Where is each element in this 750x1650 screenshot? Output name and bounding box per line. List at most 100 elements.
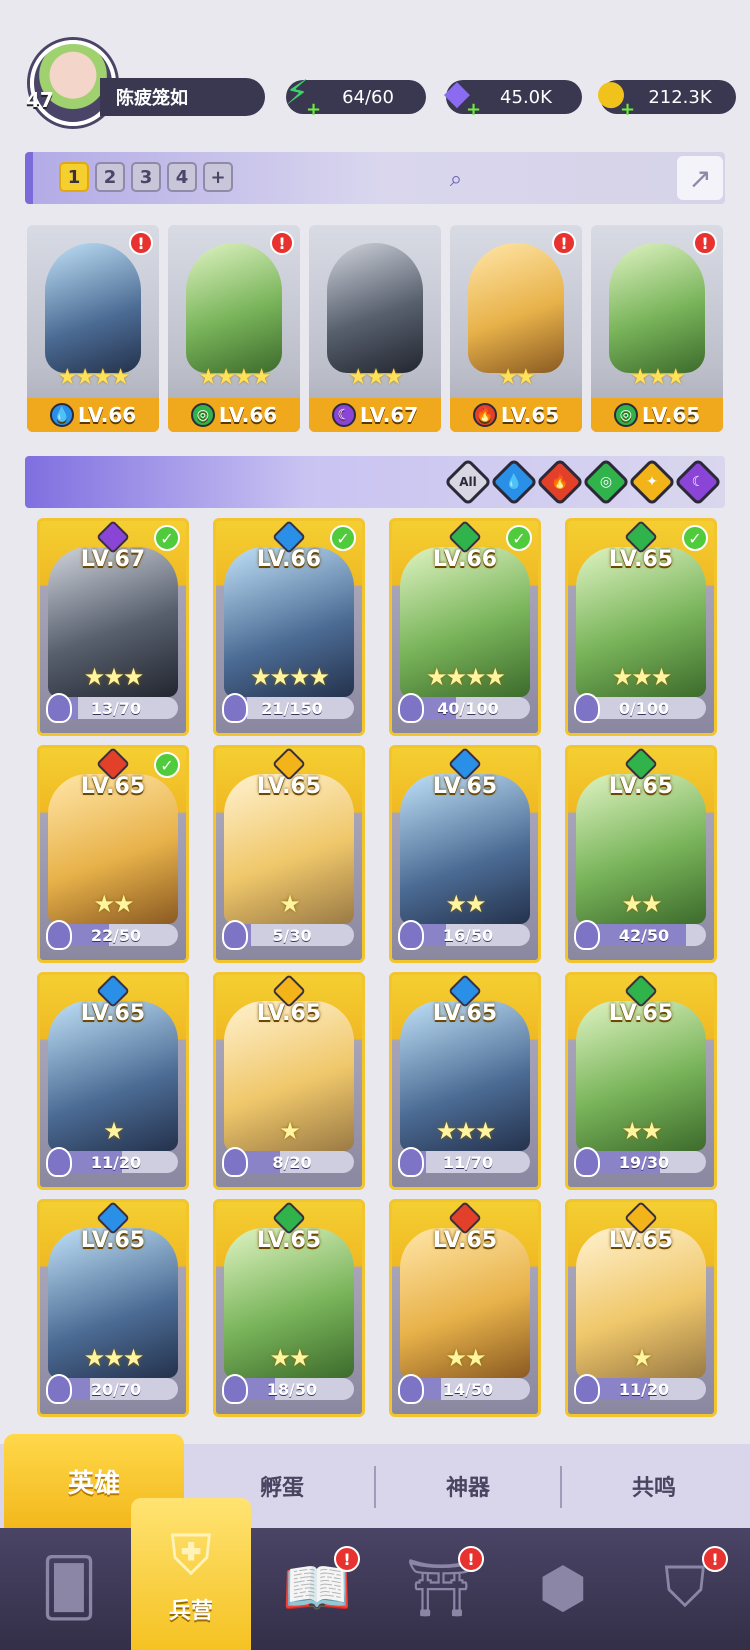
shard-progress-bar: 19/30 [582, 1151, 706, 1173]
hero-card[interactable]: LV.65 ★★★ 20/70 [37, 1199, 189, 1417]
team-hero-card[interactable]: ! ★★★ ◎ LV.65 [591, 225, 723, 432]
player-level: 47 [26, 88, 54, 112]
hero-card[interactable]: ✓ LV.65 ★★ 22/50 [37, 745, 189, 963]
shard-count: 16/50 [442, 925, 494, 945]
hero-card[interactable]: LV.65 ★★ 19/30 [565, 972, 717, 1190]
nav-barracks[interactable]: ⛨ 兵营 [131, 1498, 251, 1650]
hero-portrait [327, 243, 423, 373]
hero-card[interactable]: ✓ LV.66 ★★★★ 21/150 [213, 518, 365, 736]
tab-resonance[interactable]: 共鸣 [562, 1444, 746, 1528]
shard-icon [222, 1374, 248, 1404]
shard-progress-bar: 20/70 [54, 1378, 178, 1400]
energy-counter[interactable]: ⚡ + 64/60 [285, 73, 426, 119]
cards-icon: 🂠 [40, 1555, 98, 1621]
hero-card[interactable]: ✓ LV.66 ★★★★ 40/100 [389, 518, 541, 736]
search-icon[interactable]: ⌕ [441, 164, 471, 194]
hero-level: LV.66 [256, 547, 322, 572]
hero-card[interactable]: LV.65 ★★ 42/50 [565, 745, 717, 963]
hero-card[interactable]: LV.65 ★ 11/20 [565, 1199, 717, 1417]
filter-water-icon[interactable]: 💧 [489, 457, 539, 507]
hero-card[interactable]: ✓ LV.65 ★★★ 0/100 [565, 518, 717, 736]
hero-card[interactable]: LV.65 ★ 11/20 [37, 972, 189, 1190]
shard-icon [574, 693, 600, 723]
hero-card[interactable]: LV.65 ★★ 18/50 [213, 1199, 365, 1417]
add-team-slot-button[interactable]: + [203, 162, 233, 192]
filter-dark-icon[interactable]: ☾ [673, 457, 723, 507]
gold-counter[interactable]: ● + 212.3K [596, 73, 736, 119]
hero-stars: ★★★★ [57, 365, 131, 390]
team-slot-1[interactable]: 1 [59, 162, 89, 192]
team-slot-3[interactable]: 3 [131, 162, 161, 192]
filter-fire-icon[interactable]: 🔥 [535, 457, 585, 507]
nav-banner[interactable]: ⛉ ! [630, 1538, 740, 1638]
nav-cards[interactable]: 🂠 [14, 1538, 124, 1638]
shard-icon [46, 1147, 72, 1177]
hero-stars: ★★★★ [249, 663, 330, 691]
filter-all-button[interactable]: All [443, 457, 493, 507]
plus-icon[interactable]: + [620, 101, 636, 119]
section-tabs: 英雄 孵蛋 神器 共鸣 [0, 1434, 750, 1528]
shard-count: 13/70 [90, 698, 142, 718]
shard-count: 11/20 [618, 1379, 670, 1399]
nav-guild[interactable]: ⬢ [508, 1538, 618, 1638]
shard-progress-bar: 21/150 [230, 697, 354, 719]
hero-level: LV.65 [641, 403, 701, 427]
shard-icon [222, 693, 248, 723]
hero-card[interactable]: ✓ LV.67 ★★★ 13/70 [37, 518, 189, 736]
shard-progress-bar: 18/50 [230, 1378, 354, 1400]
shard-icon [46, 920, 72, 950]
hero-level: LV.66 [218, 403, 278, 427]
shard-progress-bar: 0/100 [582, 697, 706, 719]
nav-quests[interactable]: 📖 ! [262, 1538, 372, 1638]
shard-count: 18/50 [266, 1379, 318, 1399]
shard-count: 14/50 [442, 1379, 494, 1399]
shard-icon [398, 693, 424, 723]
hero-level: LV.65 [256, 1228, 322, 1253]
player-name[interactable]: 陈疲笼如 [100, 78, 265, 116]
shard-progress-bar: 13/70 [54, 697, 178, 719]
hero-level: LV.67 [80, 547, 146, 572]
shard-progress-bar: 11/20 [582, 1378, 706, 1400]
filter-light-icon[interactable]: ✦ [627, 457, 677, 507]
nav-barracks-label: 兵营 [168, 1599, 213, 1624]
shard-icon [574, 1147, 600, 1177]
hero-card[interactable]: LV.65 ★★ 16/50 [389, 745, 541, 963]
nav-temple[interactable]: ⛩ ! [386, 1538, 496, 1638]
hero-level: LV.65 [80, 1001, 146, 1026]
hero-level: LV.65 [500, 403, 560, 427]
hero-card[interactable]: LV.65 ★★ 14/50 [389, 1199, 541, 1417]
hero-level: LV.66 [432, 547, 498, 572]
element-filter-bar: All 💧 🔥 ◎ ✦ ☾ [25, 456, 725, 508]
hero-card[interactable]: LV.65 ★ 5/30 [213, 745, 365, 963]
plus-icon[interactable]: + [306, 101, 322, 119]
shard-count: 40/100 [437, 698, 499, 718]
shard-count: 8/20 [272, 1152, 312, 1172]
hero-portrait [468, 243, 564, 373]
shard-icon [574, 1374, 600, 1404]
plus-icon[interactable]: + [466, 101, 482, 119]
hero-level: LV.65 [608, 774, 674, 799]
team-hero-card[interactable]: ! ★★★★ ◎ LV.66 [168, 225, 300, 432]
bottom-navigation: 🂠 ⛨ 兵营 📖 ! ⛩ ! ⬢ ⛉ ! [0, 1498, 750, 1650]
hero-level: LV.65 [256, 1001, 322, 1026]
shard-icon [46, 1374, 72, 1404]
hero-level-bar: 💧 LV.66 [27, 398, 159, 432]
filter-nature-icon[interactable]: ◎ [581, 457, 631, 507]
hero-level-bar: ☾ LV.67 [309, 398, 441, 432]
banner-icon: ⛉ [664, 1555, 706, 1620]
team-slot-2[interactable]: 2 [95, 162, 125, 192]
team-slot-4[interactable]: 4 [167, 162, 197, 192]
hero-card[interactable]: LV.65 ★★★ 11/70 [389, 972, 541, 1190]
team-hero-card[interactable]: ! ★★ 🔥 LV.65 [450, 225, 582, 432]
tab-artifacts[interactable]: 神器 [376, 1444, 560, 1528]
team-hero-card[interactable]: ! ★★★★ 💧 LV.66 [27, 225, 159, 432]
hero-stars: ★★★★ [425, 663, 506, 691]
hero-level: LV.65 [432, 1228, 498, 1253]
hero-stars: ★★ [93, 890, 134, 918]
team-hero-card[interactable]: ★★★ ☾ LV.67 [309, 225, 441, 432]
share-icon[interactable]: ↗ [677, 156, 723, 200]
gem-counter[interactable]: ◆ + 45.0K [444, 73, 582, 119]
hero-card[interactable]: LV.65 ★ 8/20 [213, 972, 365, 1190]
shard-icon [398, 1147, 424, 1177]
hero-level: LV.67 [359, 403, 419, 427]
